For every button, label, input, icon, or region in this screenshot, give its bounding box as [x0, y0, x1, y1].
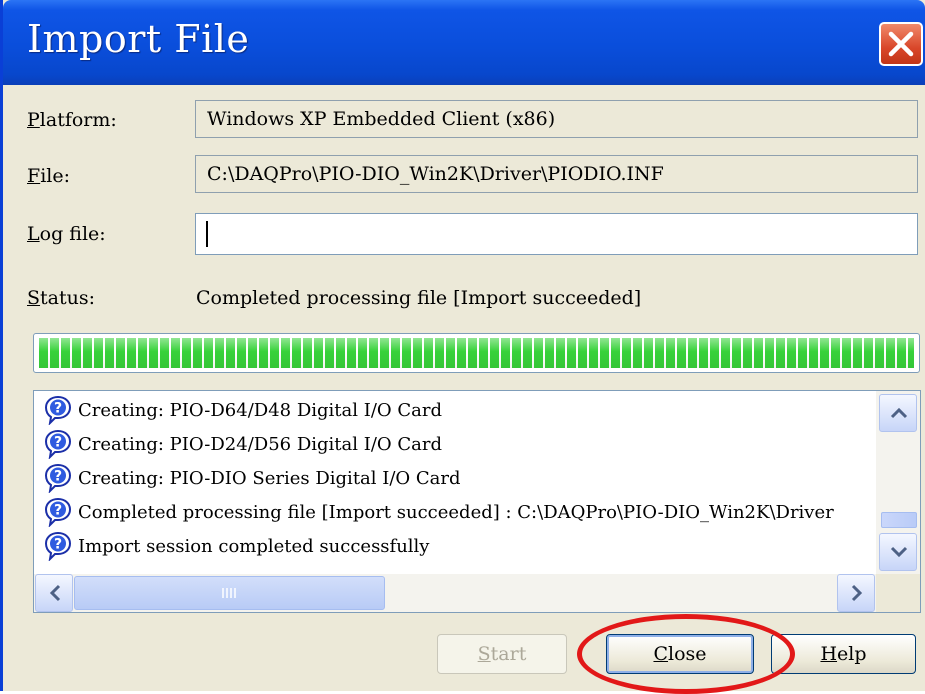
grip-icon [222, 588, 236, 598]
platform-field: Windows XP Embedded Client (x86) [195, 100, 918, 138]
file-label: File: [27, 165, 70, 187]
scroll-up-button[interactable] [879, 394, 917, 432]
chevron-up-icon [890, 407, 908, 419]
scrollbar-corner [876, 574, 920, 612]
progress-fill [39, 338, 914, 368]
chevron-right-icon [851, 584, 863, 602]
question-icon: ? [44, 429, 72, 464]
scroll-left-button[interactable] [35, 574, 73, 612]
file-field: C:\DAQPro\PIO-DIO_Win2K\Driver\PIODIO.IN… [195, 155, 918, 193]
log-entry-text: Import session completed successfully [78, 536, 430, 557]
scroll-down-button[interactable] [879, 533, 917, 571]
chevron-left-icon [49, 584, 61, 602]
log-entry-text: Completed processing file [Import succee… [78, 502, 834, 523]
status-text: Completed processing file [Import succee… [196, 287, 642, 309]
svg-text:?: ? [54, 435, 62, 451]
status-label: Status: [27, 287, 96, 309]
close-window-button[interactable] [879, 22, 923, 66]
title-bar[interactable]: Import File [3, 0, 925, 85]
svg-text:?: ? [54, 503, 62, 519]
platform-label: Platform: [27, 109, 117, 131]
question-icon: ? [44, 395, 72, 430]
text-caret [206, 221, 208, 247]
start-button[interactable]: Start [437, 634, 567, 674]
log-file-label: Log file: [27, 223, 106, 245]
help-button[interactable]: Help [771, 634, 916, 674]
question-icon: ? [44, 531, 72, 566]
chevron-down-icon [890, 546, 908, 558]
vertical-scrollbar[interactable] [876, 391, 920, 574]
close-icon [888, 31, 914, 57]
vertical-scroll-thumb[interactable] [881, 512, 917, 528]
close-button[interactable]: Close [606, 634, 754, 674]
scroll-right-button[interactable] [837, 574, 875, 612]
svg-text:?: ? [54, 537, 62, 553]
horizontal-scroll-thumb[interactable] [74, 576, 385, 610]
question-icon: ? [44, 463, 72, 498]
window-title: Import File [27, 17, 250, 61]
log-list[interactable]: ? Creating: PIO-D64/D48 Digital I/O Card?… [33, 390, 921, 613]
question-icon: ? [44, 497, 72, 532]
log-file-input[interactable] [195, 213, 918, 255]
progress-bar [33, 333, 920, 373]
log-entry-text: Creating: PIO-DIO Series Digital I/O Car… [78, 468, 461, 489]
horizontal-scrollbar[interactable] [34, 574, 876, 612]
log-entry-text: Creating: PIO-D64/D48 Digital I/O Card [78, 400, 443, 421]
svg-text:?: ? [54, 469, 62, 485]
log-entry-text: Creating: PIO-D24/D56 Digital I/O Card [78, 434, 443, 455]
import-file-dialog: Import File Platform: Windows XP Embedde… [0, 0, 925, 694]
svg-text:?: ? [54, 401, 62, 417]
